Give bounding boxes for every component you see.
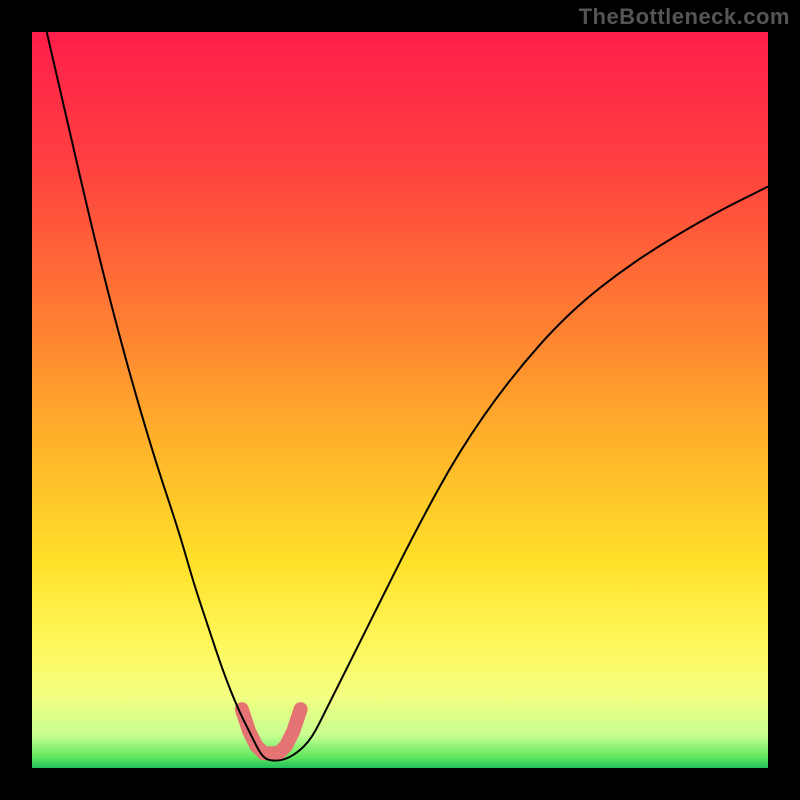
bottleneck-chart [0, 0, 800, 800]
chart-frame: TheBottleneck.com [0, 0, 800, 800]
plot-background [32, 32, 768, 768]
